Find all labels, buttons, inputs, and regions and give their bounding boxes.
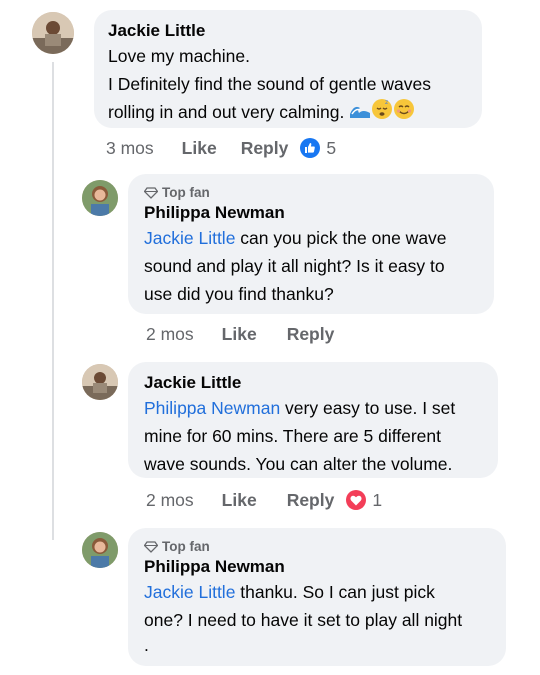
reaction-count[interactable]: 1: [346, 488, 382, 512]
sleeping-face-icon: z: [371, 98, 393, 128]
reaction-count[interactable]: 5: [300, 136, 336, 160]
mention-link[interactable]: Jackie Little: [144, 228, 235, 248]
comment-bubble: Top fan Philippa Newman Jackie Little th…: [128, 528, 506, 666]
comment-text: Love my machine. I Definitely find the s…: [108, 42, 468, 128]
avatar[interactable]: [82, 532, 118, 568]
reply-button[interactable]: Reply: [287, 322, 335, 346]
comment-author[interactable]: Jackie Little: [144, 372, 482, 394]
comment-author[interactable]: Philippa Newman: [144, 556, 490, 578]
avatar[interactable]: [82, 364, 118, 400]
like-button[interactable]: Like: [222, 322, 257, 346]
mention-link[interactable]: Philippa Newman: [144, 398, 280, 418]
diamond-icon: [144, 541, 158, 553]
top-fan-badge: Top fan: [144, 184, 478, 202]
reply-button[interactable]: Reply: [241, 136, 289, 160]
smiling-face-icon: [393, 98, 415, 128]
timestamp[interactable]: 3 mos: [106, 136, 154, 160]
comment-text: Philippa Newman very easy to use. I set …: [144, 398, 456, 474]
timestamp[interactable]: 2 mos: [146, 322, 194, 346]
comment-bubble: Top fan Philippa Newman Jackie Little ca…: [128, 174, 494, 314]
comment-author[interactable]: Philippa Newman: [144, 202, 478, 224]
mention-link[interactable]: Jackie Little: [144, 582, 235, 602]
comment-actions: 2 mos Like Reply 1: [146, 488, 382, 512]
avatar[interactable]: [82, 180, 118, 216]
comment-text: Jackie Little thanku. So I can just pick…: [144, 582, 463, 655]
comment-author[interactable]: Jackie Little: [108, 20, 468, 42]
reply-button[interactable]: Reply: [287, 488, 335, 512]
svg-text:z: z: [385, 99, 388, 106]
like-button[interactable]: Like: [182, 136, 217, 160]
comment-bubble: Jackie Little Love my machine. I Definit…: [94, 10, 482, 128]
wave-icon: [349, 99, 371, 127]
top-fan-badge: Top fan: [144, 538, 490, 556]
thread-line: [52, 62, 54, 540]
avatar[interactable]: [32, 12, 74, 54]
comment-text: Jackie Little can you pick the one wave …: [144, 228, 447, 304]
diamond-icon: [144, 187, 158, 199]
timestamp[interactable]: 2 mos: [146, 488, 194, 512]
comment-actions: 2 mos Like Reply: [146, 322, 334, 346]
comment-bubble: Jackie Little Philippa Newman very easy …: [128, 362, 498, 478]
thumbs-up-icon: [300, 138, 321, 158]
like-button[interactable]: Like: [222, 488, 257, 512]
heart-icon: [346, 490, 367, 510]
comment-actions: 3 mos Like Reply 5: [106, 136, 336, 160]
